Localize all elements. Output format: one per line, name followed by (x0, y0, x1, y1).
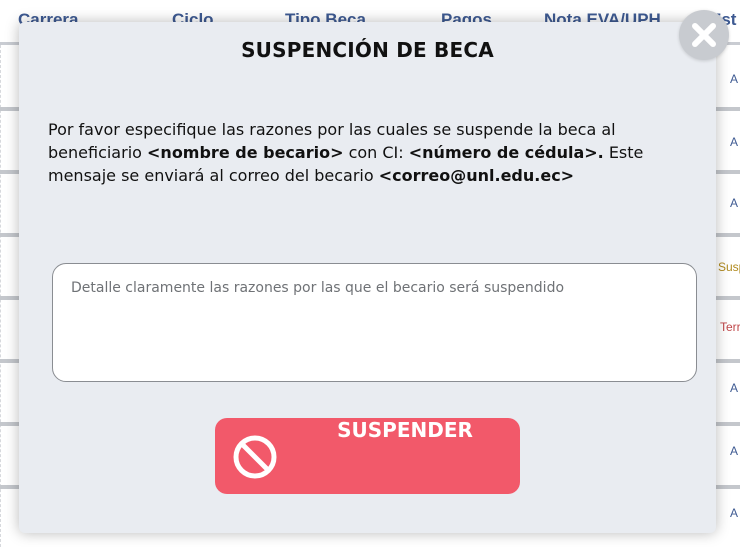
message-text: con CI: (343, 143, 409, 162)
close-icon (692, 23, 716, 47)
table-cell-status: A (730, 381, 739, 395)
table-cell-status: Susp (718, 260, 740, 274)
modal-message: Por favor especifique las razones por la… (48, 118, 698, 187)
table-cell-status: Terr (720, 320, 740, 334)
email-placeholder: <correo@unl.edu.ec> (378, 166, 575, 185)
table-cell-status: A (730, 135, 739, 149)
suspension-reason-input[interactable] (52, 263, 697, 382)
table-cell-status: A (730, 196, 739, 210)
suspend-scholarship-modal: SUSPENCIÓN DE BECA Por favor especifique… (19, 22, 716, 533)
becario-name-placeholder: <nombre de becario> (147, 143, 344, 162)
table-cell-status: A (730, 506, 739, 520)
modal-title: SUSPENCIÓN DE BECA (241, 38, 494, 62)
close-button[interactable] (679, 10, 729, 60)
cedula-placeholder: <número de cédula>. (408, 143, 604, 162)
suspend-button-label: SUSPENDER (337, 418, 473, 442)
ban-icon (233, 435, 277, 479)
suspend-button[interactable]: SUSPENDER (215, 418, 520, 494)
table-cell-status: A (730, 444, 739, 458)
table-cell-status: A (730, 72, 739, 86)
